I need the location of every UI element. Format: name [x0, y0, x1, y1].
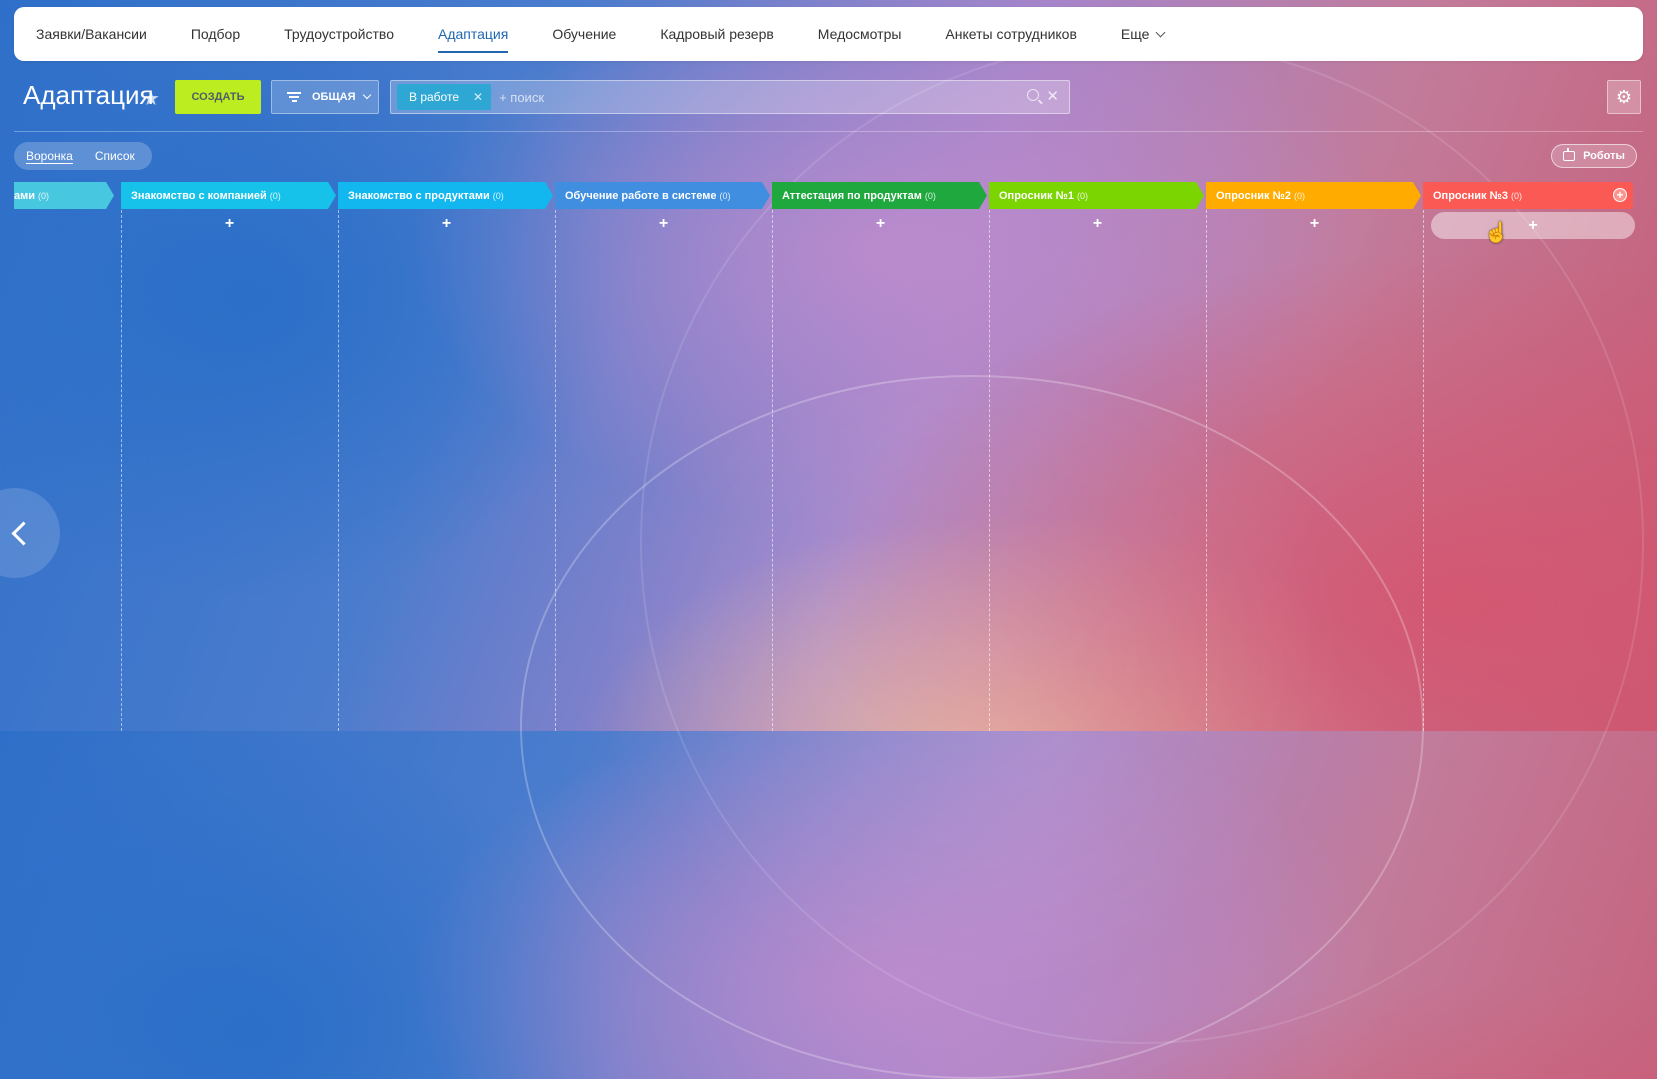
kanban-column: Опросник №2 (0) + — [1206, 182, 1423, 731]
column-title: Обучение работе в системе — [565, 189, 717, 202]
divider — [14, 131, 1643, 132]
column-header[interactable]: Опросник №3 (0) + — [1423, 182, 1633, 209]
column-title: ами — [14, 189, 36, 202]
add-deal-button[interactable]: + — [121, 215, 338, 233]
column-divider — [1423, 210, 1424, 731]
column-count: (0) — [924, 190, 936, 201]
add-deal-button[interactable]: + — [555, 215, 772, 233]
column-header[interactable]: Обучение работе в системе (0) — [555, 182, 770, 209]
add-deal-button[interactable]: + — [338, 215, 555, 233]
column-header[interactable]: Аттестация по продуктам (0) — [772, 182, 987, 209]
top-navigation: Заявки/Вакансии Подбор Трудоустройство А… — [14, 7, 1643, 61]
hand-cursor-icon: ☝ — [1484, 222, 1509, 244]
nav-more-label: Еще — [1120, 26, 1150, 42]
column-count: (0) — [1293, 190, 1305, 201]
robot-icon — [1563, 148, 1576, 161]
column-divider — [989, 210, 990, 731]
nav-item-employee-forms[interactable]: Анкеты сотрудников — [945, 7, 1076, 61]
tab-funnel[interactable]: Воронка — [26, 149, 73, 163]
chevron-left-icon — [11, 520, 36, 546]
filter-icon — [286, 90, 302, 104]
settings-button[interactable]: ⚙ — [1607, 80, 1641, 114]
add-deal-button[interactable]: + — [1431, 212, 1635, 239]
column-title: Знакомство с продуктами — [348, 189, 490, 202]
column-title: Знакомство с компанией — [131, 189, 267, 202]
filter-tag[interactable]: В работе ✕ — [397, 84, 492, 110]
column-header[interactable]: Опросник №1 (0) — [989, 182, 1204, 209]
column-count: (0) — [492, 190, 504, 201]
close-icon[interactable]: ✕ — [473, 90, 483, 104]
column-count: (0) — [269, 190, 281, 201]
page-title: Адаптация — [23, 80, 154, 110]
create-button[interactable]: СОЗДАТЬ — [175, 80, 261, 114]
filter-preset-button[interactable]: ОБЩАЯ — [271, 80, 379, 114]
kanban-column: Аттестация по продуктам (0) + — [772, 182, 989, 731]
column-count: (0) — [1510, 190, 1522, 201]
robots-label: Роботы — [1583, 150, 1625, 162]
robots-button[interactable]: Роботы — [1551, 144, 1637, 168]
tab-list[interactable]: Список — [95, 149, 135, 163]
search-bar[interactable]: В работе ✕ ✕ — [390, 80, 1070, 114]
search-icon[interactable] — [1027, 89, 1039, 101]
column-header[interactable]: ами (0) — [14, 182, 114, 209]
search-input[interactable] — [497, 88, 982, 106]
column-header[interactable]: Опросник №2 (0) — [1206, 182, 1421, 209]
add-deal-button[interactable]: + — [989, 215, 1206, 233]
kanban-board: ами (0) Знакомство с компанией (0) + Зна… — [14, 182, 1643, 731]
kanban-column: Знакомство с продуктами (0) + — [338, 182, 555, 731]
gear-icon: ⚙ — [1615, 86, 1633, 107]
column-divider — [1206, 210, 1207, 731]
kanban-column: ами (0) — [14, 182, 116, 731]
chevron-down-icon — [1155, 27, 1166, 38]
chevron-down-icon — [362, 90, 371, 100]
nav-item-training[interactable]: Обучение — [552, 7, 616, 61]
column-title: Опросник №2 — [1216, 189, 1291, 202]
filter-preset-label: ОБЩАЯ — [312, 91, 356, 103]
close-icon[interactable]: ✕ — [1046, 87, 1059, 105]
kanban-column: Знакомство с компанией (0) + — [121, 182, 338, 731]
column-divider — [338, 210, 339, 731]
nav-item-selection[interactable]: Подбор — [191, 7, 240, 61]
column-header[interactable]: Знакомство с продуктами (0) — [338, 182, 553, 209]
column-count: (0) — [1076, 190, 1088, 201]
nav-item-more[interactable]: Еще — [1120, 7, 1166, 61]
column-count: (0) — [719, 190, 731, 201]
nav-item-requests[interactable]: Заявки/Вакансии — [36, 7, 147, 61]
column-divider — [121, 210, 122, 731]
filter-tag-label: В работе — [409, 90, 460, 104]
nav-item-personnel-reserve[interactable]: Кадровый резерв — [660, 7, 773, 61]
nav-item-medical[interactable]: Медосмотры — [818, 7, 902, 61]
column-header[interactable]: Знакомство с компанией (0) — [121, 182, 336, 209]
nav-item-employment[interactable]: Трудоустройство — [284, 7, 394, 61]
view-switch: Воронка Список — [14, 142, 152, 170]
column-divider — [555, 210, 556, 731]
column-count: (0) — [38, 190, 50, 201]
column-divider — [772, 210, 773, 731]
column-title: Опросник №1 — [999, 189, 1074, 202]
column-title: Опросник №3 — [1433, 189, 1508, 202]
add-deal-button[interactable]: + — [772, 215, 989, 233]
kanban-column: Опросник №1 (0) + — [989, 182, 1206, 731]
column-title: Аттестация по продуктам — [782, 189, 922, 202]
kanban-column: Обучение работе в системе (0) + — [555, 182, 772, 731]
star-icon[interactable]: ★ — [142, 86, 160, 111]
nav-item-adaptation[interactable]: Адаптация — [437, 7, 509, 61]
add-column-icon[interactable]: + — [1613, 188, 1627, 202]
add-deal-button[interactable]: + — [1206, 215, 1423, 233]
kanban-column: Опросник №3 (0) + + — [1423, 182, 1643, 731]
